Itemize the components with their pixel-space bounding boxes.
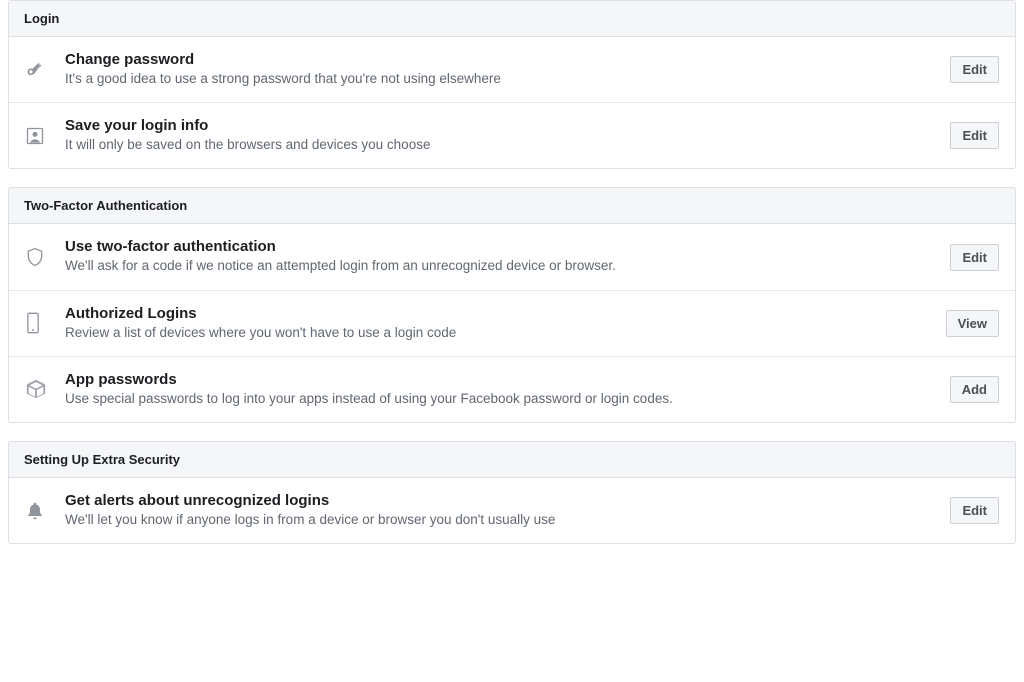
row-desc: We'll let you know if anyone logs in fro… [65,511,938,529]
row-desc: It's a good idea to use a strong passwor… [65,70,938,88]
add-button[interactable]: Add [950,376,999,403]
row-app-passwords[interactable]: App passwords Use special passwords to l… [9,357,1015,422]
edit-button[interactable]: Edit [950,56,999,83]
row-title: Authorized Logins [65,305,934,322]
box-icon [25,378,65,400]
row-desc: Use special passwords to log into your a… [65,390,938,408]
section-login: Login Change password It's a good idea t… [8,0,1016,169]
row-desc: It will only be saved on the browsers an… [65,136,938,154]
row-title: Get alerts about unrecognized logins [65,492,938,509]
row-text: Use two-factor authentication We'll ask … [65,238,938,275]
bell-icon [25,500,65,522]
row-change-password[interactable]: Change password It's a good idea to use … [9,37,1015,103]
row-title: Change password [65,51,938,68]
edit-button[interactable]: Edit [950,497,999,524]
section-two-factor: Two-Factor Authentication Use two-factor… [8,187,1016,423]
row-text: Save your login info It will only be sav… [65,117,938,154]
edit-button[interactable]: Edit [950,244,999,271]
view-button[interactable]: View [946,310,999,337]
row-title: App passwords [65,371,938,388]
profile-icon [25,126,65,146]
row-text: Get alerts about unrecognized logins We'… [65,492,938,529]
section-extra-security: Setting Up Extra Security Get alerts abo… [8,441,1016,544]
row-title: Use two-factor authentication [65,238,938,255]
section-header-extra-security: Setting Up Extra Security [9,442,1015,478]
phone-icon [25,312,65,334]
row-text: Authorized Logins Review a list of devic… [65,305,934,342]
edit-button[interactable]: Edit [950,122,999,149]
row-text: App passwords Use special passwords to l… [65,371,938,408]
row-authorized-logins[interactable]: Authorized Logins Review a list of devic… [9,291,1015,357]
row-save-login-info[interactable]: Save your login info It will only be sav… [9,103,1015,168]
row-title: Save your login info [65,117,938,134]
row-desc: We'll ask for a code if we notice an att… [65,257,938,275]
row-text: Change password It's a good idea to use … [65,51,938,88]
row-use-two-factor[interactable]: Use two-factor authentication We'll ask … [9,224,1015,290]
section-header-login: Login [9,1,1015,37]
row-desc: Review a list of devices where you won't… [65,324,934,342]
section-header-two-factor: Two-Factor Authentication [9,188,1015,224]
shield-icon [25,246,65,268]
key-icon [25,60,65,80]
row-get-alerts[interactable]: Get alerts about unrecognized logins We'… [9,478,1015,543]
